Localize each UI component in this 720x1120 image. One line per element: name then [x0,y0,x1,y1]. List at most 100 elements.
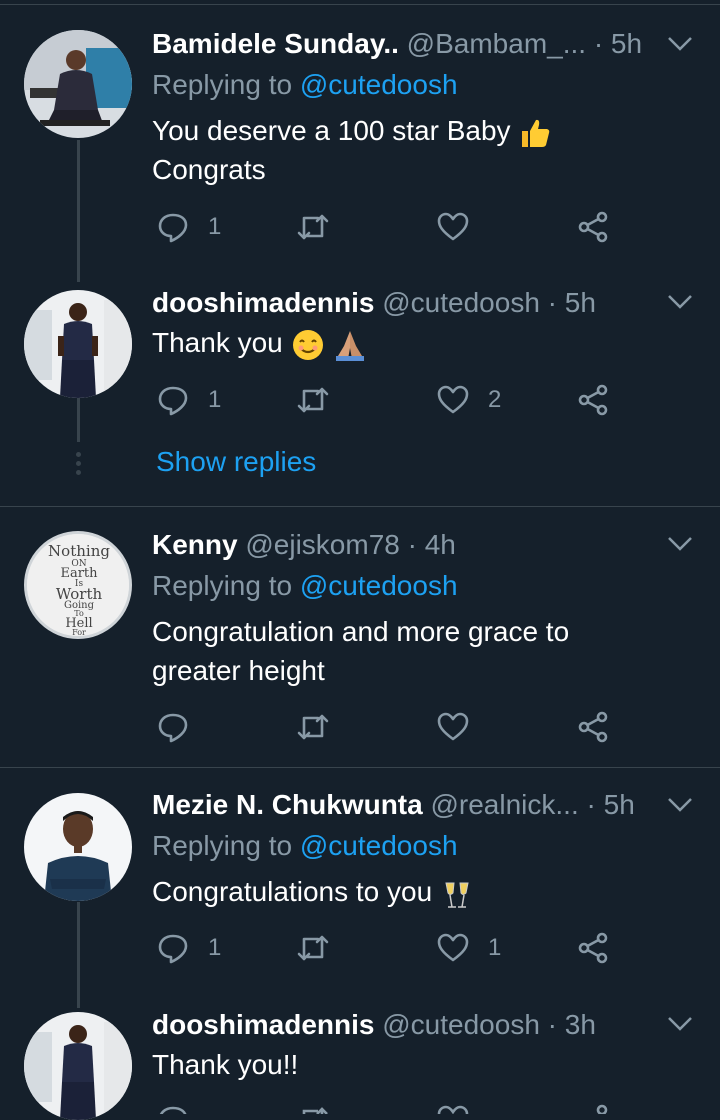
reply-button[interactable] [156,707,208,747]
replying-prefix: Replying to [152,570,293,601]
tweet-text-line: You deserve a 100 star Baby [152,115,511,146]
tweet-header: Mezie N. Chukwunta @realnick... · 5h [152,787,660,823]
replying-to: Replying to @cutedoosh [152,67,458,103]
reply-icon [158,213,188,243]
mention-link[interactable]: @cutedoosh [300,830,458,861]
share-button[interactable] [576,1100,610,1114]
reply-button[interactable]: 1 [156,207,221,247]
tweet-header: dooshimadennis @cutedoosh · 3h [152,1007,660,1043]
handle[interactable]: @cutedoosh [382,1009,540,1040]
replying-prefix: Replying to [152,69,293,100]
top-divider [0,4,720,5]
show-replies-link[interactable]: Show replies [156,444,316,480]
like-icon [437,712,469,741]
timestamp: · 5h [547,287,596,318]
tweet-divider [0,506,720,507]
retweet-icon [302,1107,328,1114]
retweet-button[interactable] [296,707,348,747]
retweet-button[interactable] [296,1100,330,1114]
handle[interactable]: @Bambam_... [407,28,586,59]
tweet-text-line: greater height [152,655,325,686]
like-button[interactable] [436,1100,470,1114]
timestamp: · 5h [586,789,635,820]
thread-line [77,140,80,282]
like-icon [437,212,469,241]
tweet-text: Thank you!! [152,1045,680,1084]
mention-link[interactable]: @cutedoosh [300,570,458,601]
tweet-actions: 1 1 [152,928,622,968]
retweet-icon [297,387,329,413]
avatar[interactable] [24,1012,132,1120]
thumbs-up-icon [522,119,550,147]
retweet-icon [297,214,329,240]
chevron-down-icon[interactable] [666,34,694,54]
avatar[interactable]: Nothing ON Earth Is Worth Going To Hell … [24,531,132,639]
tweet-header: Kenny @ejiskom78 · 4h [152,527,660,563]
folded-hands-icon [336,330,365,361]
like-count: 2 [488,386,502,413]
reply-count: 1 [208,934,222,961]
share-button[interactable] [576,207,610,247]
tweet-header: dooshimadennis @cutedoosh · 5h [152,285,660,321]
retweet-button[interactable] [296,207,348,247]
replying-to: Replying to @cutedoosh [152,828,458,864]
tweet-text: You deserve a 100 star Baby Congrats [152,111,680,189]
reply-count: 1 [208,386,222,413]
display-name[interactable]: dooshimadennis [152,1009,374,1040]
avatar-text: Nothing [48,542,110,560]
timestamp: · 4h [407,529,456,560]
share-button[interactable] [576,380,610,420]
reply-icon [159,1106,187,1114]
chevron-down-icon[interactable] [666,292,694,312]
chevron-down-icon[interactable] [666,795,694,815]
tweet-text-line: Congratulations to you [152,876,433,907]
display-name[interactable]: Mezie N. Chukwunta [152,789,423,820]
handle[interactable]: @ejiskom78 [245,529,399,560]
chevron-down-icon[interactable] [666,1014,694,1034]
reply-button[interactable]: 1 [156,380,221,420]
like-icon [437,933,469,962]
tweet-text-line: Congratulation and more grace to [152,616,570,647]
like-button[interactable]: 1 [436,928,501,968]
thread-more-dots [76,452,81,479]
timestamp: · 5h [593,28,643,59]
like-button[interactable]: 2 [436,380,501,420]
share-button[interactable] [576,928,610,968]
reply-icon [158,934,188,964]
tweet-actions: 1 [152,207,622,247]
tweet-text: Congratulation and more grace to greater… [152,612,680,690]
display-name[interactable]: Kenny [152,529,238,560]
tweet-text: Congratulations to you [152,872,680,911]
chevron-down-icon[interactable] [666,534,694,554]
like-count: 1 [488,934,502,961]
mention-link[interactable]: @cutedoosh [300,69,458,100]
display-name[interactable]: dooshimadennis [152,287,374,318]
display-name[interactable]: Bamidele Sunday.. [152,28,399,59]
retweet-button[interactable] [296,928,348,968]
tweet-actions [152,1100,622,1114]
reply-icon [158,386,188,416]
tweet-text-line: Congrats [152,154,266,185]
reply-button[interactable]: 1 [156,928,221,968]
retweet-button[interactable] [296,380,348,420]
smiling-face-icon [292,329,323,360]
avatar[interactable] [24,290,132,398]
reply-icon [158,713,188,743]
tweet-text-line: Thank you [152,327,283,358]
handle[interactable]: @cutedoosh [382,287,540,318]
like-button[interactable] [436,207,488,247]
handle[interactable]: @realnick... [430,789,578,820]
like-icon [437,1105,469,1114]
tweet-header: Bamidele Sunday.. @Bambam_... · 5h [152,26,660,62]
retweet-icon [297,714,329,740]
reply-button[interactable] [156,1100,190,1114]
clinking-glasses-icon [445,882,469,908]
share-icon [596,1104,608,1114]
avatar[interactable] [24,30,132,138]
timestamp: · 3h [547,1009,596,1040]
share-button[interactable] [576,707,610,747]
avatar[interactable] [24,793,132,901]
replying-prefix: Replying to [152,830,293,861]
like-button[interactable] [436,707,488,747]
tweet-actions: 1 2 [152,380,622,420]
